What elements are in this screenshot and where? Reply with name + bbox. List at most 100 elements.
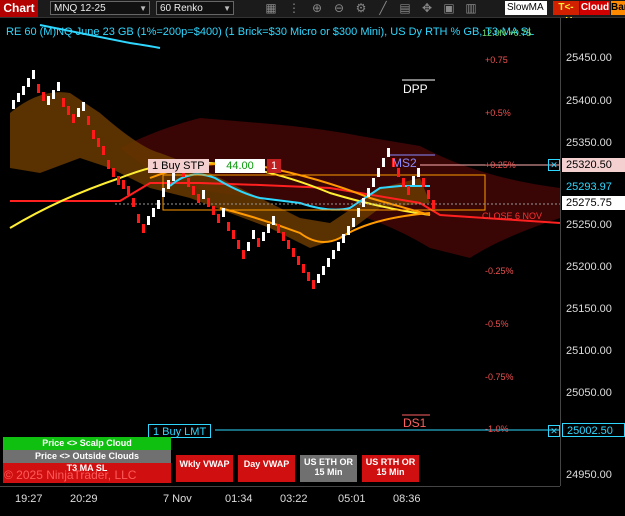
- renko-brick: [407, 186, 410, 195]
- renko-brick: [267, 224, 270, 233]
- renko-brick: [62, 98, 65, 107]
- zoom-out-icon[interactable]: ⊖: [330, 0, 348, 17]
- x-tick: 05:01: [338, 493, 366, 505]
- chart-trader-icon[interactable]: ▣: [440, 0, 458, 17]
- renko-brick: [382, 158, 385, 167]
- renko-brick: [97, 138, 100, 147]
- price-axis[interactable]: [560, 18, 625, 486]
- period-value: 60 Renko: [160, 3, 203, 14]
- us-rth-button[interactable]: US RTH OR 15 Min: [362, 455, 419, 482]
- renko-brick: [132, 198, 135, 207]
- renko-brick: [232, 230, 235, 239]
- close-label: CLOSE 6 NOV: [482, 211, 543, 221]
- chevron-down-icon: ▼: [139, 4, 147, 13]
- renko-brick: [402, 178, 405, 187]
- renko-brick: [337, 242, 340, 251]
- period-select[interactable]: 60 Renko ▼: [156, 1, 234, 15]
- renko-brick: [342, 234, 345, 243]
- close-icon[interactable]: ✕: [548, 159, 560, 171]
- renko-brick: [212, 206, 215, 215]
- renko-brick: [157, 200, 160, 209]
- pct-label: +0.75: [485, 55, 508, 65]
- pointer-icon[interactable]: ✥: [418, 0, 436, 17]
- zoom-in-icon[interactable]: ⊕: [308, 0, 326, 17]
- buy-limit-label[interactable]: 1 Buy LMT: [148, 424, 212, 438]
- ms2-label: MS2: [392, 156, 417, 170]
- cyan-price-tag: 25293.97: [562, 180, 625, 194]
- strategy-select[interactable]: SlowMA: [505, 1, 547, 15]
- header-overlay: 12.0N +0.75: [482, 28, 532, 38]
- x-tick: 7 Nov: [163, 493, 192, 505]
- renko-brick: [192, 186, 195, 195]
- properties-icon[interactable]: ▤: [396, 0, 414, 17]
- price-plot[interactable]: RE 60 (M)NQ June 23 GB (1%=200p=$400) (1…: [0, 18, 560, 486]
- renko-brick: [152, 208, 155, 217]
- line-icon[interactable]: ╱: [374, 0, 392, 17]
- renko-brick: [322, 266, 325, 275]
- buy-stop-label[interactable]: 1 Buy STP: [148, 159, 209, 173]
- wkly-vwap-button[interactable]: Wkly VWAP: [176, 455, 233, 482]
- renko-brick: [122, 180, 125, 189]
- bars-icon[interactable]: ⋮: [285, 0, 303, 17]
- renko-brick: [367, 188, 370, 197]
- renko-brick: [167, 180, 170, 189]
- current-price-tag: 25275.75: [562, 196, 625, 210]
- trend-icon[interactable]: ▦: [262, 0, 280, 17]
- chart-header-title: RE 60 (M)NQ June 23 GB (1%=200p=$400) (1…: [6, 26, 535, 38]
- renko-brick: [347, 226, 350, 235]
- dpp-label: DPP: [403, 82, 428, 96]
- renko-brick: [227, 222, 230, 231]
- renko-brick: [172, 172, 175, 181]
- renko-brick: [332, 250, 335, 259]
- bar-button[interactable]: Bar: [611, 1, 625, 15]
- props-icon[interactable]: ⚙: [352, 0, 370, 17]
- day-vwap-button[interactable]: Day VWAP: [238, 455, 295, 482]
- renko-brick: [77, 108, 80, 117]
- renko-brick: [282, 232, 285, 241]
- renko-brick: [92, 130, 95, 139]
- chart-title: Chart: [0, 0, 38, 17]
- renko-brick: [42, 92, 45, 101]
- renko-brick: [127, 186, 130, 195]
- instrument-value: MNQ 12-25: [54, 3, 106, 14]
- renko-brick: [112, 168, 115, 177]
- renko-brick: [277, 224, 280, 233]
- cloud-button[interactable]: Cloud: [580, 1, 610, 15]
- renko-brick: [412, 176, 415, 185]
- renko-brick: [102, 146, 105, 155]
- y-tick: 25400.00: [566, 95, 612, 107]
- renko-brick: [242, 250, 245, 259]
- renko-brick: [262, 232, 265, 241]
- buy-stop-qty[interactable]: 44.00: [215, 159, 265, 173]
- renko-brick: [197, 194, 200, 203]
- scalp-cloud-button[interactable]: Price <> Scalp Cloud: [3, 437, 171, 450]
- renko-brick: [272, 216, 275, 225]
- renko-brick: [372, 178, 375, 187]
- outside-clouds-button[interactable]: Price <> Outside Clouds: [3, 450, 171, 463]
- renko-brick: [257, 238, 260, 247]
- renko-brick: [387, 148, 390, 157]
- tc-button[interactable]: T<->H: [553, 1, 579, 27]
- renko-brick: [87, 116, 90, 125]
- renko-brick: [217, 214, 220, 223]
- y-tick: 25050.00: [566, 387, 612, 399]
- chevron-down-icon: ▼: [223, 4, 231, 13]
- close-icon[interactable]: ✕: [548, 425, 560, 437]
- buy-stop-count[interactable]: 1: [267, 159, 281, 173]
- renko-brick: [147, 216, 150, 225]
- renko-brick: [247, 242, 250, 251]
- renko-brick: [67, 106, 70, 115]
- renko-brick: [417, 168, 420, 177]
- pct-label: -1.0%: [485, 424, 509, 434]
- renko-brick: [17, 93, 20, 102]
- renko-brick: [302, 264, 305, 273]
- instrument-select[interactable]: MNQ 12-25 ▼: [50, 1, 150, 15]
- renko-brick: [237, 240, 240, 249]
- renko-brick: [32, 70, 35, 79]
- grid-icon[interactable]: ▥: [462, 0, 480, 17]
- renko-brick: [47, 96, 50, 105]
- y-tick: 25450.00: [566, 52, 612, 64]
- us-eth-button[interactable]: US ETH OR 15 Min: [300, 455, 357, 482]
- price-chart-svg: [9, 24, 560, 431]
- renko-brick: [422, 178, 425, 187]
